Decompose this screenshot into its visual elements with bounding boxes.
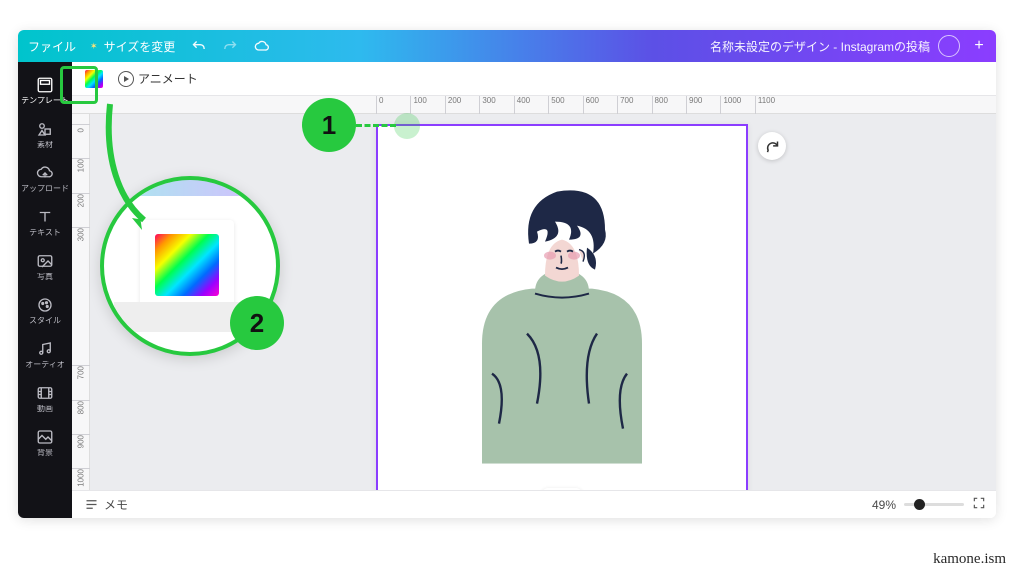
nav-item-text[interactable]: テキスト: [18, 200, 72, 244]
refresh-icon: [765, 139, 780, 154]
titlebar: ファイル サイズを変更 名称未設定のデザイン - Instagramの投稿 +: [18, 30, 996, 62]
illustration: [437, 144, 687, 464]
play-circle-icon: [118, 71, 134, 87]
file-menu[interactable]: ファイル: [28, 38, 76, 55]
nav-label: 背景: [37, 449, 53, 458]
bg-icon: [35, 427, 55, 447]
template-icon: [35, 75, 55, 95]
video-icon: [35, 383, 55, 403]
elements-icon: [35, 119, 55, 139]
page-handle[interactable]: ⌃: [542, 488, 582, 490]
style-icon: [35, 295, 55, 315]
notes-button[interactable]: メモ: [104, 496, 128, 513]
nav-item-photos[interactable]: 写真: [18, 244, 72, 288]
nav-item-elements[interactable]: 素材: [18, 112, 72, 156]
ruler-vertical: 01002003007008009001000: [72, 114, 90, 490]
nav-label: アップロード: [21, 185, 69, 194]
animate-label: アニメート: [138, 70, 198, 87]
annotation-target-dot: [394, 113, 420, 139]
ruler-horizontal: 010020030040050060070080090010001100: [72, 96, 996, 114]
nav-item-templates[interactable]: テンプレート: [18, 68, 72, 112]
document-title[interactable]: 名称未設定のデザイン - Instagramの投稿: [710, 38, 930, 55]
nav-item-audio[interactable]: オーディオ: [18, 332, 72, 376]
text-icon: [35, 207, 55, 227]
nav-label: 動画: [37, 405, 53, 414]
upload-icon: [35, 163, 55, 183]
nav-item-uploads[interactable]: アップロード: [18, 156, 72, 200]
footer-bar: メモ 49%: [72, 490, 996, 518]
nav-label: テンプレート: [21, 97, 69, 106]
redo-icon[interactable]: [221, 37, 239, 55]
nav-label: テキスト: [29, 229, 61, 238]
nav-item-background[interactable]: 背景: [18, 420, 72, 464]
nav-item-video[interactable]: 動画: [18, 376, 72, 420]
fullscreen-icon[interactable]: [972, 496, 986, 513]
annotation-arrow: [100, 100, 200, 240]
photo-icon: [35, 251, 55, 271]
notes-icon: [82, 496, 100, 514]
nav-item-styles[interactable]: スタイル: [18, 288, 72, 332]
side-nav: テンプレート 素材 アップロード テキスト 写真: [18, 62, 72, 518]
context-toolbar: アニメート: [72, 62, 996, 96]
nav-label: 写真: [37, 273, 53, 282]
nav-label: 素材: [37, 141, 53, 150]
annotation-dash: [356, 124, 396, 127]
background-color-button[interactable]: [80, 65, 108, 93]
zoom-slider[interactable]: [904, 503, 964, 506]
reset-view-button[interactable]: [758, 132, 786, 160]
resize-menu[interactable]: サイズを変更: [90, 38, 175, 55]
audio-icon: [35, 339, 55, 359]
nav-label: スタイル: [29, 317, 61, 326]
undo-icon[interactable]: [189, 37, 207, 55]
artboard[interactable]: ⌃: [376, 124, 748, 490]
annotation-step-1: 1: [302, 98, 356, 152]
zoom-value[interactable]: 49%: [872, 498, 896, 512]
avatar[interactable]: [938, 35, 960, 57]
zoom-knob[interactable]: [914, 499, 925, 510]
cloud-sync-icon[interactable]: [253, 37, 271, 55]
animate-button[interactable]: アニメート: [118, 70, 198, 87]
nav-label: オーディオ: [25, 361, 64, 370]
rainbow-icon: [85, 70, 103, 88]
signature: kamone.ism: [933, 551, 1006, 568]
rainbow-icon: [155, 234, 219, 296]
annotation-step-2: 2: [230, 296, 284, 350]
add-collaborator-button[interactable]: +: [968, 35, 990, 57]
